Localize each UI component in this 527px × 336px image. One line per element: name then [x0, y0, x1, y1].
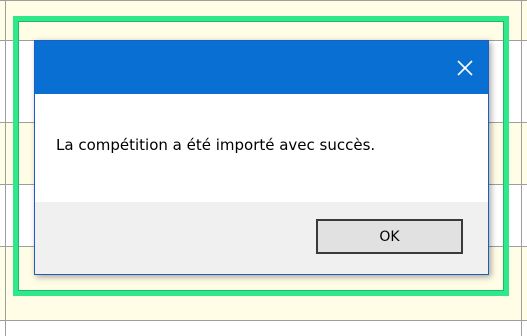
background-row [0, 320, 527, 336]
dialog-title-bar[interactable] [35, 41, 488, 94]
dialog-message-area: La compétition a été importé avec succès… [35, 94, 488, 202]
background-grid-line [5, 0, 6, 336]
close-button[interactable] [442, 41, 488, 94]
dialog-button-area: OK [35, 202, 488, 274]
ok-button[interactable]: OK [316, 219, 463, 254]
close-icon [457, 59, 473, 76]
message-dialog: La compétition a été importé avec succès… [34, 40, 489, 275]
background-grid-line [521, 0, 522, 336]
dialog-message: La compétition a été importé avec succès… [56, 136, 376, 154]
